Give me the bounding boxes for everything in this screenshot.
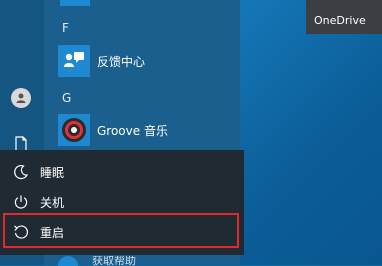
desktop-wallpaper xyxy=(240,0,382,265)
power-menu-item-sleep[interactable]: 睡眠 xyxy=(0,157,244,187)
group-header-g[interactable]: G xyxy=(62,91,71,105)
onedrive-tile[interactable]: OneDrive xyxy=(306,0,382,34)
moon-icon xyxy=(11,162,31,182)
groove-music-tile xyxy=(58,114,90,146)
avatar xyxy=(11,88,31,108)
app-tile-partial xyxy=(60,0,90,6)
app-label: Groove 音乐 xyxy=(97,123,168,138)
app-label: 反馈中心 xyxy=(97,54,146,69)
power-icon xyxy=(11,192,31,212)
power-menu-label: 睡眠 xyxy=(40,165,65,180)
app-groove-music[interactable]: Groove 音乐 xyxy=(58,112,238,148)
onedrive-label: OneDrive xyxy=(314,14,366,27)
user-account-button[interactable] xyxy=(10,87,32,109)
groove-music-icon xyxy=(62,118,86,142)
feedback-hub-tile xyxy=(58,45,90,77)
group-header-f[interactable]: F xyxy=(62,21,69,35)
app-feedback-hub[interactable]: 反馈中心 xyxy=(58,43,238,79)
restart-highlight-box xyxy=(3,213,239,248)
user-icon xyxy=(16,93,26,103)
feedback-hub-icon xyxy=(64,52,84,67)
power-menu-label: 关机 xyxy=(40,195,65,210)
